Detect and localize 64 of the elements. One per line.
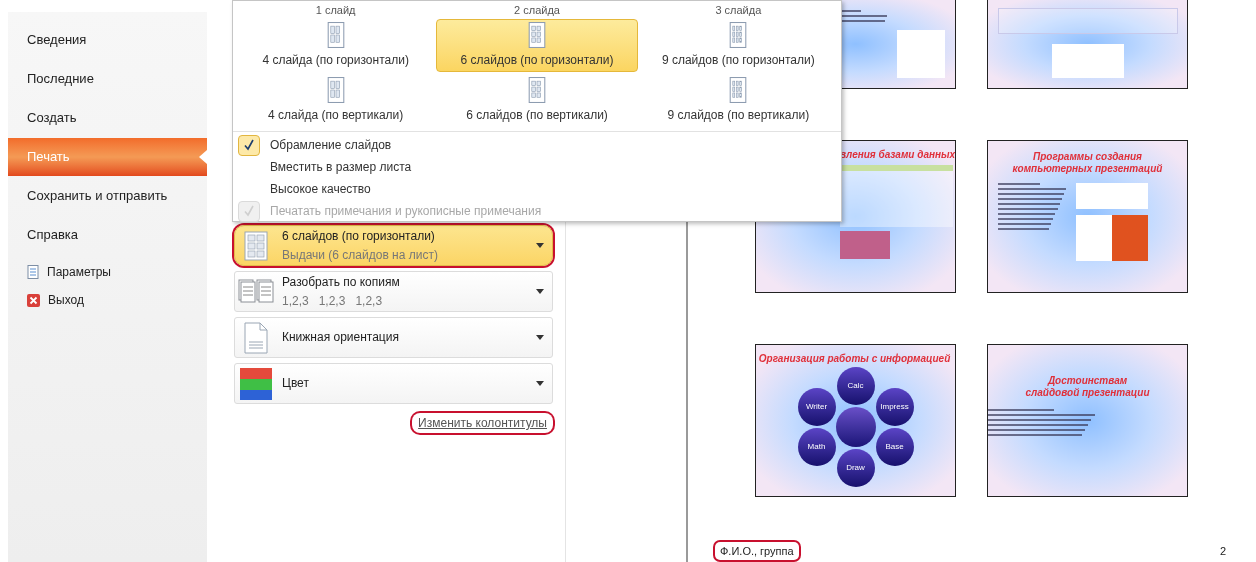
stacked-pages-icon	[238, 278, 274, 305]
layout-icon	[729, 22, 748, 48]
print-setting-dropdown[interactable]: 6 слайдов (по горизонтали) Выдачи (6 слайдов на лист)	[234, 225, 553, 266]
diagram-node: Writer	[797, 388, 836, 426]
layout-icon	[326, 22, 345, 48]
logo-placeholder	[1076, 183, 1148, 209]
layout-icon	[729, 77, 748, 103]
layout-option[interactable]: 9 слайдов (по вертикали)	[637, 74, 839, 127]
pointer-notch	[199, 150, 207, 164]
color-swatch-icon	[240, 367, 272, 400]
column-header: 2 слайда	[513, 3, 561, 18]
column-header: 3 слайда	[714, 3, 763, 18]
layout-option[interactable]: 4 слайда (по горизонтали)	[235, 19, 437, 72]
body-text-lines	[998, 183, 1068, 230]
menu-check-item[interactable]: Обрамление слайдов	[233, 134, 841, 156]
close-icon	[27, 293, 40, 307]
caret-icon	[536, 381, 544, 386]
setting-title: Цвет	[282, 375, 310, 392]
document-icon	[27, 265, 39, 279]
setting-title: Разобрать по копиям	[282, 273, 401, 291]
sidebar-tab[interactable]: Справка	[8, 216, 207, 254]
layout-icon	[528, 77, 546, 103]
sidebar-tab[interactable]: Сохранить и отправить	[8, 177, 207, 215]
column-header: 1 слайд	[314, 3, 357, 18]
layout-option[interactable]: 6 слайдов (по вертикали)	[436, 74, 638, 127]
portrait-page-icon	[244, 321, 268, 354]
access-logos-placeholder	[840, 231, 890, 259]
setting-subtitle: 1,2,3 1,2,3 1,2,3	[282, 292, 384, 310]
layout-option[interactable]: 9 слайдов (по горизонтали)	[637, 19, 839, 72]
page-number: 2	[1219, 543, 1226, 559]
sidebar-tab[interactable]: Сведения	[8, 21, 207, 59]
handout-page-icon	[244, 230, 268, 261]
sidebar-tab[interactable]: Создать	[8, 99, 207, 137]
logo-placeholder	[897, 30, 945, 78]
setting-subtitle: Выдачи (6 слайдов на лист)	[282, 246, 439, 264]
setting-title: 6 слайдов (по горизонтали)	[282, 227, 436, 245]
setting-title: Книжная ориентация	[282, 329, 400, 346]
diagram-node: Impress	[875, 388, 914, 426]
diagram-node: Draw	[836, 449, 875, 487]
caret-icon	[536, 243, 544, 248]
slide-title: Достоинствам слайдовой презентации	[1024, 375, 1151, 399]
sidebar-command[interactable]: Параметры	[8, 258, 207, 286]
slide-title: Организация работы с информацией	[758, 353, 952, 365]
layout-icon	[528, 22, 546, 48]
menu-check-item[interactable]: Высокое качество	[233, 178, 841, 200]
layout-option[interactable]: 4 слайда (по вертикали)	[235, 74, 437, 127]
diagram-node: Base	[875, 428, 914, 466]
print-setting-dropdown[interactable]: Разобрать по копиям 1,2,3 1,2,3 1,2,3	[234, 271, 553, 312]
layout-option[interactable]: 6 слайдов (по горизонтали)	[436, 19, 638, 72]
layout-icon	[326, 77, 345, 103]
menu-check-item[interactable]: Вместить в размер листа	[233, 156, 841, 178]
sidebar-tab[interactable]: Последние	[8, 60, 207, 98]
caret-icon	[536, 289, 544, 294]
diagram-node: Calc	[836, 367, 875, 405]
sidebar-command[interactable]: Выход	[8, 286, 207, 314]
print-setting-dropdown[interactable]: Цвет	[234, 363, 553, 404]
logo-placeholder	[1076, 215, 1148, 261]
slide-title: Программы создания компьютерных презентаций	[1011, 151, 1164, 175]
caret-icon	[536, 335, 544, 340]
footer-text: Ф.И.О., группа	[715, 541, 799, 560]
check-icon	[238, 134, 260, 156]
header-footer-link[interactable]: Изменить колонтитулы	[412, 413, 553, 433]
diagram-node: Math	[797, 428, 836, 466]
print-setting-dropdown[interactable]: Книжная ориентация	[234, 317, 553, 358]
